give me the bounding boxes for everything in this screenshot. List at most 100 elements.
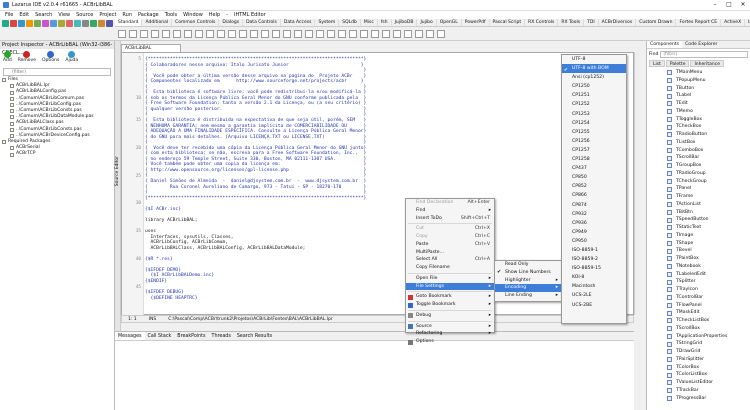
component-list-item[interactable]: TComboBox (667, 147, 750, 155)
component-list-item[interactable]: TLabel (667, 92, 750, 100)
palette-tab-rx-tools[interactable]: RX Tools (558, 19, 585, 26)
component-list-item[interactable]: TApplicationProperties (667, 333, 750, 341)
component-icon[interactable] (162, 29, 170, 38)
component-icon[interactable] (140, 29, 148, 38)
component-list-item[interactable]: TRadioGroup (667, 170, 750, 178)
menu-item-toggle-bookmark[interactable]: Toggle Bookmark ▸ (406, 301, 494, 309)
menu-item-highlighter[interactable]: Highlighter ▸ (495, 277, 561, 285)
encoding-option-cp1251[interactable]: CP1251 (562, 91, 626, 100)
component-icon[interactable] (382, 29, 390, 38)
component-icon[interactable] (415, 29, 423, 38)
messages-tab-threads[interactable]: Threads (209, 332, 234, 340)
component-list-item[interactable]: TMainMenu (667, 69, 750, 77)
encoding-option-cp1250[interactable]: CP1250 (562, 82, 626, 91)
encoding-option-cp1258[interactable]: CP1258 (562, 155, 626, 164)
menu-run[interactable]: Run (119, 12, 135, 18)
encoding-option-cp874[interactable]: CP874 (562, 201, 626, 210)
menu-edit[interactable]: Edit (16, 12, 32, 18)
encoding-option-macintosh[interactable]: Macintosh (562, 282, 626, 291)
encoding-option-iso-8859-2[interactable]: ISO-8859-2 (562, 255, 626, 264)
component-filter-input[interactable]: (filter) (660, 51, 748, 58)
toolbar-button-icon[interactable] (34, 20, 41, 27)
menu-item-line-ending[interactable]: Line Ending ▸ (495, 292, 561, 300)
component-list-item[interactable]: TCheckListBox (667, 317, 750, 325)
component-list-item[interactable]: TBevel (667, 247, 750, 255)
inspector-add-button[interactable]: Add (3, 51, 12, 65)
list-tab-list[interactable]: List (649, 60, 665, 67)
menu-item-open-file[interactable]: Open File ▸ (406, 275, 494, 283)
menu-item-file-settings[interactable]: File Settings ▸ (406, 282, 494, 291)
component-icon[interactable] (272, 29, 280, 38)
menu-item-multipaste[interactable]: MultiPaste... (406, 249, 494, 257)
component-list-item[interactable]: TColorBox (667, 364, 750, 372)
component-list-item[interactable]: TPairSplitter (667, 356, 750, 364)
toolbar-button-icon[interactable] (58, 20, 65, 27)
component-list-item[interactable]: TLabeledEdit (667, 271, 750, 279)
messages-tab-call-stack[interactable]: Call Stack (145, 332, 175, 340)
toolbar-button-icon[interactable] (10, 20, 17, 27)
component-list-item[interactable]: TToggleBox (667, 116, 750, 124)
menu-item-encoding[interactable]: Encoding ▸ (495, 284, 561, 292)
menu-item-debug[interactable]: Debug ▸ (406, 312, 494, 320)
palette-tab-dialogs[interactable]: Dialogs (219, 19, 244, 26)
encoding-option-cp437[interactable]: CP437 (562, 164, 626, 173)
palette-tab-rx-controls[interactable]: RX Controls (525, 19, 559, 26)
encoding-option-cp950[interactable]: CP950 (562, 237, 626, 246)
component-icon[interactable] (305, 29, 313, 38)
menu-file[interactable]: File (2, 12, 16, 18)
palette-tab-pascal-script[interactable]: Pascal Script (490, 19, 526, 26)
menu-item-insert-todo[interactable]: Insert ToDo Shift+Ctrl+T (406, 215, 494, 223)
component-list-item[interactable]: TTrackBar (667, 387, 750, 395)
encoding-option-cp1253[interactable]: CP1253 (562, 110, 626, 119)
encoding-option-cp1257[interactable]: CP1257 (562, 146, 626, 155)
component-icon[interactable] (228, 29, 236, 38)
component-icon[interactable] (316, 29, 324, 38)
menu-help[interactable]: Help (206, 12, 223, 18)
messages-tab-breakpoints[interactable]: BreakPoints (174, 332, 208, 340)
component-list-item[interactable]: TShape (667, 240, 750, 248)
component-list-item[interactable]: TCheckBox (667, 123, 750, 131)
palette-tab-jujibodb[interactable]: JujiboDB (392, 19, 418, 26)
menu-package[interactable]: Package (135, 12, 162, 18)
palette-tab-jujibo[interactable]: Jujibo (417, 19, 437, 26)
messages-tab-messages[interactable]: Messages (115, 332, 145, 340)
component-list-item[interactable]: TPaintBox (667, 255, 750, 263)
menu-project[interactable]: Project (96, 12, 119, 18)
component-icon[interactable] (217, 29, 225, 38)
maximize-button[interactable]: □ (722, 0, 736, 10)
component-icon[interactable] (206, 29, 214, 38)
component-list-item[interactable]: TScrollBox (667, 325, 750, 333)
menu-item-paste[interactable]: Paste Ctrl+V (406, 241, 494, 249)
list-tab-inheritance[interactable]: Inheritance (690, 60, 724, 67)
component-list-item[interactable]: TSplitter (667, 278, 750, 286)
component-list-item[interactable]: TPanel (667, 185, 750, 193)
component-icon[interactable] (327, 29, 335, 38)
palette-tab-opengl[interactable]: OpenGL (437, 19, 462, 26)
component-list-item[interactable]: TPopupMenu (667, 77, 750, 85)
component-list-item[interactable]: TControlBar (667, 294, 750, 302)
menu-window[interactable]: Window (180, 12, 206, 18)
component-list-item[interactable]: TMaskEdit (667, 309, 750, 317)
component-icon[interactable] (404, 29, 412, 38)
menu-item-source[interactable]: Source ▸ (406, 323, 494, 331)
component-icon[interactable] (371, 29, 379, 38)
component-list-item[interactable]: TStringGrid (667, 340, 750, 348)
encoding-option-cp1254[interactable]: CP1254 (562, 119, 626, 128)
component-list-item[interactable]: TDrawGrid (667, 348, 750, 356)
encoding-option-utf-8-with-bom[interactable]: ✔ UTF-8 with BOM (562, 64, 626, 74)
menu-ihtml-editor[interactable]: IHTML Editor (231, 12, 269, 18)
component-icon[interactable] (151, 29, 159, 38)
palette-tab-standard[interactable]: Standard (115, 19, 143, 26)
palette-tab-activex[interactable]: ActiveX (721, 19, 746, 26)
components-tab-code-explorer[interactable]: Code Explorer (682, 41, 720, 48)
palette-tab-sqldb[interactable]: SQLdb (339, 19, 361, 26)
encoding-option-ucs-2be[interactable]: UCS-2BE (562, 301, 626, 310)
component-list-item[interactable]: TStaticText (667, 224, 750, 232)
component-list-item[interactable]: TColorListBox (667, 371, 750, 379)
palette-tab-common-controls[interactable]: Common Controls (172, 19, 220, 26)
menu-item-options[interactable]: Options (406, 338, 494, 346)
component-icon[interactable] (393, 29, 401, 38)
component-list-item[interactable]: TProgressBar (667, 395, 750, 403)
encoding-option-cp949[interactable]: CP949 (562, 228, 626, 237)
component-list-item[interactable]: TFrame (667, 193, 750, 201)
